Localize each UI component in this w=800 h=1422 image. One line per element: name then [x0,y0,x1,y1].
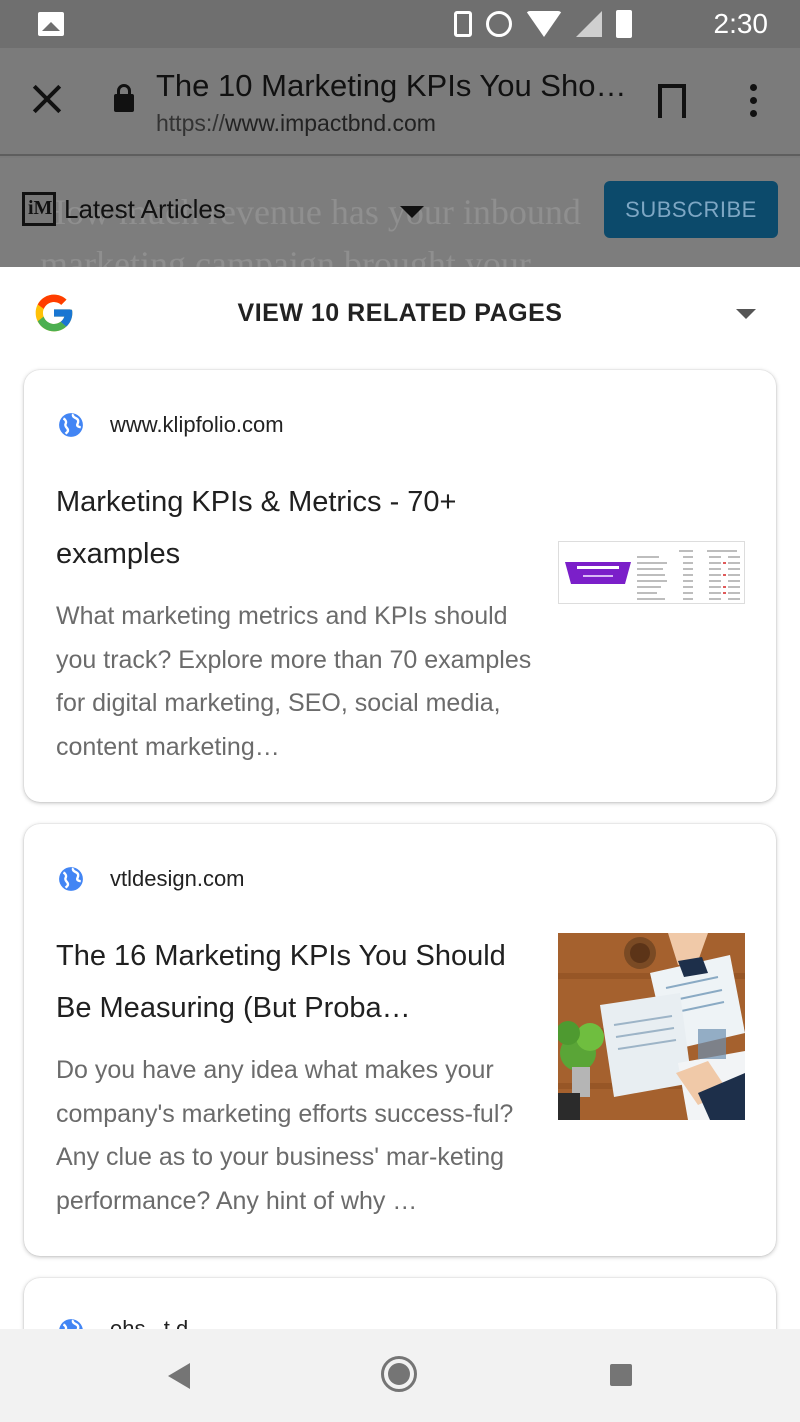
signal-icon [576,11,602,37]
subscribe-button[interactable]: SUBSCRIBE [604,181,778,238]
recent-apps-icon[interactable] [610,1364,632,1386]
vibrate-icon [454,11,472,37]
card-headline[interactable]: The 16 Marketing KPIs You Should Be Meas… [56,930,536,1034]
card-thumbnail [558,933,745,1120]
related-page-card[interactable]: ehs...t.d... [24,1278,776,1329]
impact-logo-icon[interactable] [22,192,56,226]
back-icon[interactable] [168,1363,190,1389]
card-snippet: Do you have any idea what makes your com… [56,1056,514,1215]
status-icons [454,10,632,38]
card-domain: vtldesign.com [110,866,245,891]
card-domain: ehs...t.d... [110,1316,207,1329]
home-icon[interactable] [381,1356,417,1392]
lock-icon[interactable] [114,84,134,112]
bookmark-icon[interactable] [658,84,686,120]
page-url[interactable]: https://www.impactbnd.com [156,110,436,137]
battery-icon [616,10,632,38]
related-pages-sheet: VIEW 10 RELATED PAGES www.klipfolio.com … [0,267,800,1329]
sheet-header[interactable]: VIEW 10 RELATED PAGES [0,267,800,365]
page-title[interactable]: The 10 Marketing KPIs You Sho… [156,68,626,104]
gallery-icon [38,12,64,36]
url-scheme: https:// [156,110,226,136]
globe-icon [59,1319,83,1329]
related-page-card[interactable]: vtldesign.com The 16 Marketing KPIs You … [24,824,776,1256]
chevron-down-icon[interactable] [400,206,424,218]
card-thumbnail [558,541,745,604]
card-snippet: What marketing metrics and KPIs should y… [56,602,532,761]
system-navigation-bar [0,1329,800,1422]
globe-icon [59,867,83,891]
browser-toolbar: The 10 Marketing KPIs You Sho… https://w… [0,48,800,156]
wifi-icon [526,11,562,37]
status-time: 2:30 [713,8,769,39]
alarm-icon [486,11,512,37]
status-bar: 2:30 [0,0,800,48]
card-domain: www.klipfolio.com [110,412,284,437]
sheet-title[interactable]: VIEW 10 RELATED PAGES [0,299,800,328]
related-page-card[interactable]: www.klipfolio.com Marketing KPIs & Metri… [24,370,776,802]
url-host: www.impactbnd.com [225,110,436,136]
card-headline[interactable]: Marketing KPIs & Metrics - 70+ examples [56,476,536,580]
close-icon[interactable] [32,84,62,114]
overflow-menu-icon[interactable] [750,84,760,120]
globe-icon [59,413,83,437]
chevron-down-icon[interactable] [736,309,756,319]
latest-articles-menu[interactable]: Latest Articles [64,194,226,225]
page-behind: How much revenue has your inbound market… [0,158,800,268]
